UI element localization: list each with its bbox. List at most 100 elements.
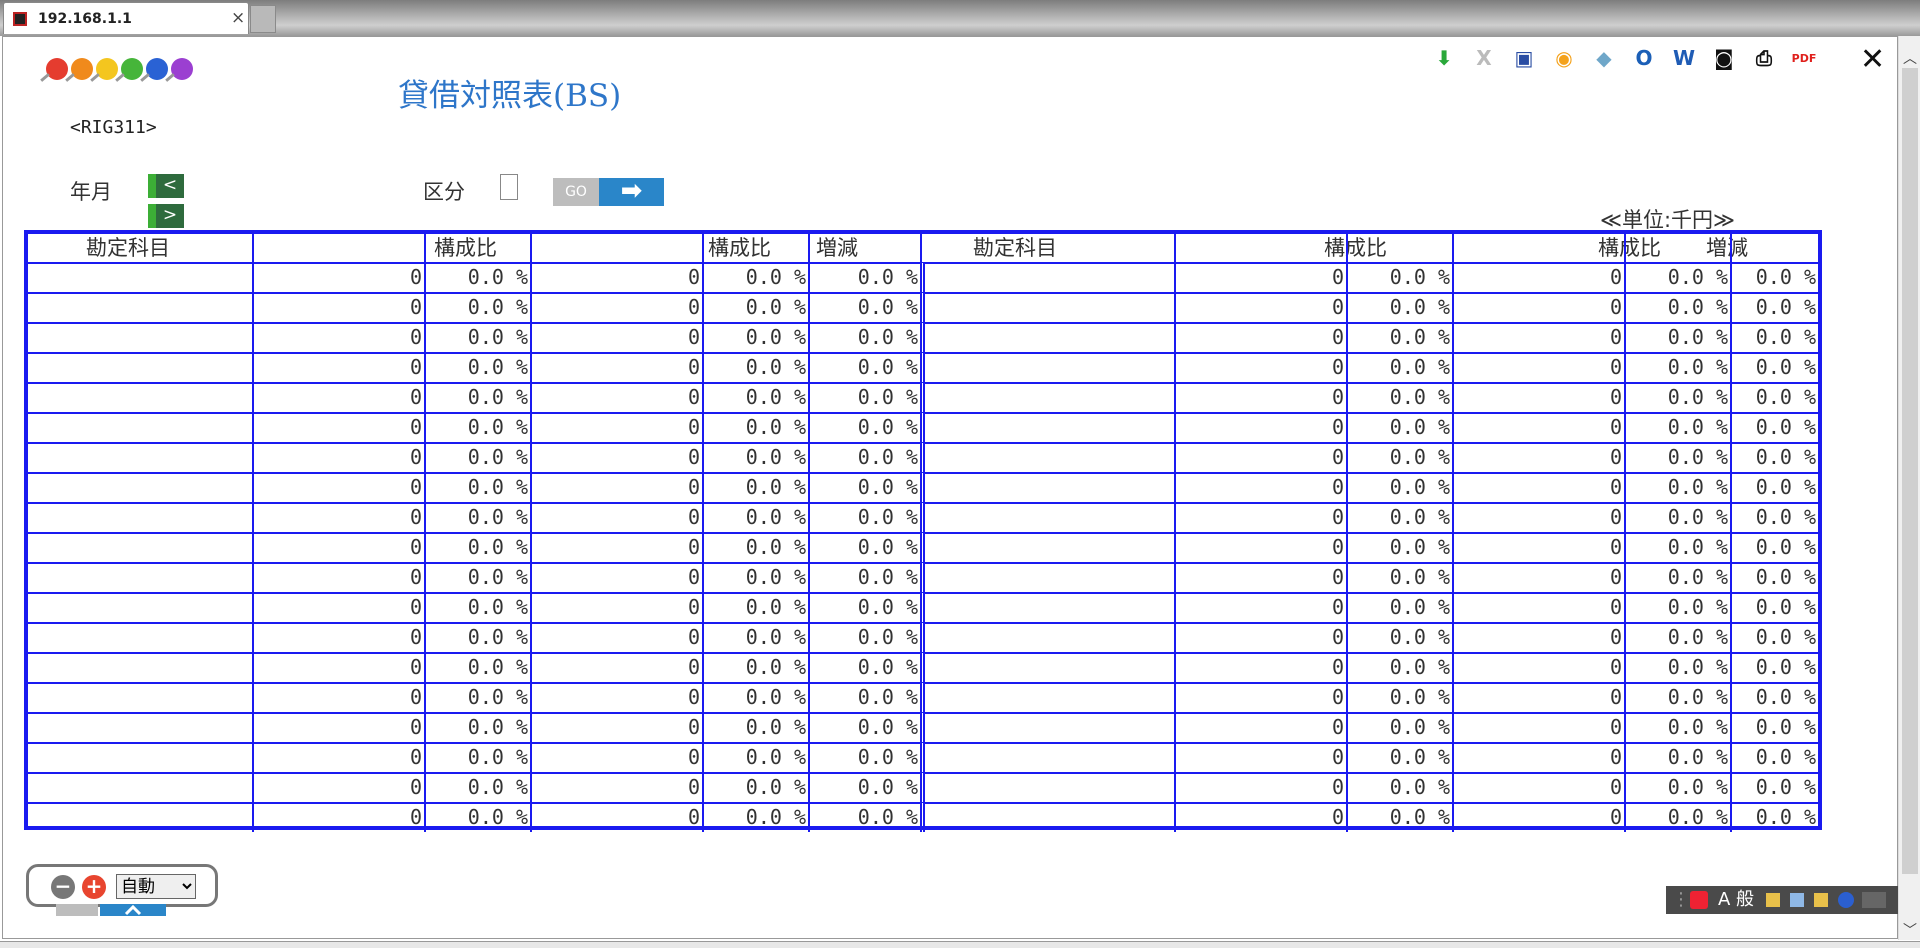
ratio-cell: 0.0 % (1624, 772, 1730, 802)
ratio-cell: 0.0 % (1624, 472, 1730, 502)
table-row: 0 0.0 % 0 0.0 % 0.0 % 0 0.0 % 0 0.0 % 0.0 % (28, 262, 1818, 292)
zoom-in-button[interactable]: + (82, 875, 106, 899)
close-icon[interactable]: ✕ (1860, 42, 1885, 77)
account-cell-left (28, 472, 252, 502)
ime-tool3-icon[interactable] (1814, 893, 1828, 907)
ratio-cell: 0.0 % (1730, 412, 1818, 442)
amount-cell: 0 (530, 412, 702, 442)
amount-cell: 0 (252, 592, 424, 622)
ratio-cell: 0.0 % (1730, 802, 1818, 832)
ratio-cell: 0.0 % (1346, 442, 1452, 472)
palette-icon[interactable]: ◉ (1550, 44, 1578, 72)
word-icon[interactable]: W (1670, 44, 1698, 72)
ime-help-icon[interactable] (1838, 892, 1854, 908)
outlook-icon[interactable]: O (1630, 44, 1658, 72)
amount-cell: 0 (1174, 622, 1346, 652)
ime-mode-text[interactable]: A 般 (1718, 886, 1754, 914)
account-cell-right (920, 802, 1174, 832)
download-icon[interactable]: ⬇ (1430, 44, 1458, 72)
ratio-cell: 0.0 % (1346, 352, 1452, 382)
balance-sheet-table: 勘定科目 構成比 構成比 増減 勘定科目 構成比 構成比 増減 0 0.0 % 0 0… (24, 230, 1822, 832)
ratio-cell: 0.0 % (1730, 532, 1818, 562)
program-id: <RIG311> (70, 117, 157, 138)
ratio-cell: 0.0 % (808, 352, 920, 382)
header-divider (1452, 234, 1454, 262)
account-cell-right (920, 622, 1174, 652)
ime-tool2-icon[interactable] (1790, 893, 1804, 907)
browser-tab[interactable]: 192.168.1.1 × (3, 2, 249, 34)
scrollbar-thumb[interactable] (1902, 68, 1918, 874)
ratio-cell: 0.0 % (702, 532, 808, 562)
header-change-right: 増減 (1706, 236, 1748, 260)
go-button[interactable]: GO ➡ (553, 178, 664, 206)
next-month-button[interactable]: > (148, 204, 184, 228)
ratio-cell: 0.0 % (1730, 622, 1818, 652)
amount-cell: 0 (1452, 712, 1624, 742)
ratio-cell: 0.0 % (424, 322, 530, 352)
account-cell-right (920, 772, 1174, 802)
ratio-cell: 0.0 % (1346, 652, 1452, 682)
ime-tool1-icon[interactable] (1766, 893, 1780, 907)
kubun-checkbox[interactable] (500, 174, 518, 200)
amount-cell: 0 (252, 622, 424, 652)
amount-cell: 0 (1174, 442, 1346, 472)
ratio-cell: 0.0 % (1624, 532, 1730, 562)
ratio-cell: 0.0 % (808, 682, 920, 712)
print-icon[interactable]: ⎙ (1750, 44, 1778, 72)
amount-cell: 0 (1174, 262, 1346, 292)
logo-pushpins-icon (40, 52, 208, 92)
amount-cell: 0 (252, 742, 424, 772)
zoom-select[interactable]: 自動 (116, 874, 196, 899)
header-divider (920, 234, 922, 262)
amount-cell: 0 (252, 292, 424, 322)
amount-cell: 0 (530, 262, 702, 292)
vertical-scrollbar[interactable]: ︿ ﹀ (1898, 36, 1920, 940)
amount-cell: 0 (1174, 502, 1346, 532)
new-tab-button[interactable] (250, 5, 276, 33)
ratio-cell: 0.0 % (1730, 382, 1818, 412)
amount-cell: 0 (1174, 352, 1346, 382)
ratio-cell: 0.0 % (808, 652, 920, 682)
account-cell-right (920, 532, 1174, 562)
amount-cell: 0 (530, 532, 702, 562)
ratio-cell: 0.0 % (424, 562, 530, 592)
image-icon[interactable]: ▣ (1510, 44, 1538, 72)
excel-gray-icon[interactable]: X (1470, 44, 1498, 72)
amount-cell: 0 (1452, 592, 1624, 622)
account-cell-left (28, 622, 252, 652)
camera-icon[interactable]: ◙ (1710, 44, 1738, 72)
zoom-out-button[interactable]: − (51, 875, 75, 899)
ratio-cell: 0.0 % (808, 442, 920, 472)
tab-close-icon[interactable]: × (231, 8, 245, 28)
account-cell-left (28, 292, 252, 322)
header-ratio1-right: 構成比 (1324, 236, 1387, 260)
amount-cell: 0 (530, 802, 702, 832)
header-divider (252, 234, 254, 262)
ratio-cell: 0.0 % (702, 262, 808, 292)
scroll-down-icon[interactable]: ﹀ (1903, 920, 1917, 940)
scroll-up-icon[interactable]: ︿ (1903, 48, 1917, 68)
amount-cell: 0 (1174, 412, 1346, 442)
amount-cell: 0 (1174, 652, 1346, 682)
ratio-cell: 0.0 % (1624, 682, 1730, 712)
amount-cell: 0 (1174, 292, 1346, 322)
header-divider (1174, 234, 1176, 262)
amount-cell: 0 (1452, 682, 1624, 712)
pdf-icon[interactable]: PDF (1790, 44, 1818, 72)
prev-month-button[interactable]: < (148, 174, 184, 198)
ime-toolbar[interactable]: ⋮⋮ A 般 (1666, 886, 1898, 914)
go-label: GO (553, 178, 599, 206)
header-change-left: 増減 (816, 236, 858, 260)
eraser-icon[interactable]: ◆ (1590, 44, 1618, 72)
table-row: 0 0.0 % 0 0.0 % 0.0 % 0 0.0 % 0 0.0 % 0.0 % (28, 292, 1818, 322)
ratio-cell: 0.0 % (1624, 292, 1730, 322)
ratio-cell: 0.0 % (1624, 382, 1730, 412)
site-favicon-icon (13, 12, 27, 26)
account-cell-right (920, 472, 1174, 502)
amount-cell: 0 (1174, 322, 1346, 352)
table-row: 0 0.0 % 0 0.0 % 0.0 % 0 0.0 % 0 0.0 % 0.0 % (28, 382, 1818, 412)
account-cell-left (28, 322, 252, 352)
bottom-nav-stub[interactable] (56, 904, 166, 916)
ratio-cell: 0.0 % (424, 742, 530, 772)
table-row: 0 0.0 % 0 0.0 % 0.0 % 0 0.0 % 0 0.0 % 0.0 % (28, 562, 1818, 592)
